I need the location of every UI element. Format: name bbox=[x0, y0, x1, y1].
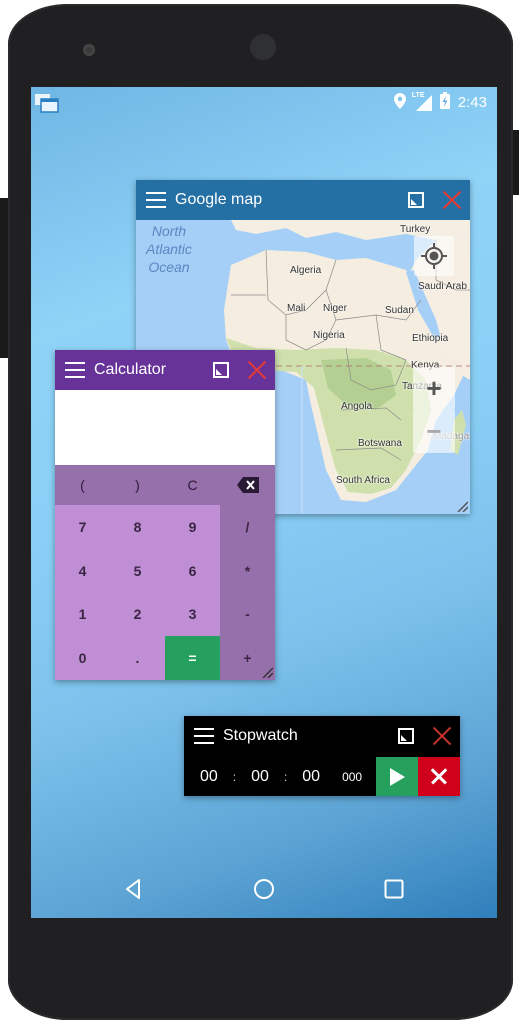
backspace-key[interactable] bbox=[220, 465, 275, 505]
separator: : bbox=[232, 769, 237, 784]
key-5[interactable]: 5 bbox=[110, 549, 165, 593]
home-icon[interactable] bbox=[251, 876, 277, 902]
navigation-bar bbox=[31, 862, 497, 918]
calculator-window-title: Calculator bbox=[94, 361, 167, 378]
front-camera bbox=[250, 34, 276, 60]
separator: : bbox=[283, 769, 288, 784]
stopwatch-titlebar[interactable]: Stopwatch bbox=[184, 716, 460, 756]
power-button bbox=[513, 130, 519, 195]
milliseconds: 000 bbox=[342, 769, 363, 784]
ocean-label-line: North bbox=[151, 223, 187, 239]
key-1[interactable]: 1 bbox=[55, 593, 110, 637]
hamburger-menu-icon[interactable] bbox=[146, 192, 166, 208]
maximize-icon[interactable] bbox=[398, 728, 414, 744]
close-paren-key[interactable]: ) bbox=[110, 465, 165, 505]
key-7[interactable]: 7 bbox=[55, 505, 110, 549]
key-9[interactable]: 9 bbox=[165, 505, 220, 549]
calculator-display bbox=[55, 390, 275, 465]
minus-icon: − bbox=[426, 416, 442, 446]
hours: 00 bbox=[200, 767, 218, 785]
map-label: Mali bbox=[287, 303, 306, 314]
key-6[interactable]: 6 bbox=[165, 549, 220, 593]
map-label: Turkey bbox=[400, 224, 431, 235]
hamburger-menu-icon[interactable] bbox=[65, 362, 85, 378]
stopwatch-readout-row: 00 : 00 : 00 000 bbox=[184, 757, 460, 796]
map-label: Ethiopia bbox=[412, 333, 449, 344]
start-button[interactable] bbox=[376, 757, 418, 796]
key-subtract[interactable]: - bbox=[220, 593, 275, 637]
calculator-top-row: ( ) C bbox=[55, 465, 275, 505]
zoom-out-button[interactable]: − bbox=[413, 410, 455, 453]
close-icon[interactable] bbox=[432, 726, 452, 746]
maximize-icon[interactable] bbox=[408, 192, 424, 208]
ocean-label-line: Ocean bbox=[148, 259, 190, 275]
key-equals[interactable]: = bbox=[165, 636, 220, 680]
calculator-window[interactable]: Calculator ( ) C 7 8 9 4 5 6 1 2 3 0 . =… bbox=[55, 350, 275, 680]
network-label: LTE bbox=[411, 91, 425, 99]
open-paren-key[interactable]: ( bbox=[55, 465, 110, 505]
resize-handle-icon[interactable] bbox=[261, 666, 273, 678]
battery-charging-icon bbox=[439, 92, 450, 113]
map-label: Nigeria bbox=[313, 330, 345, 341]
key-4[interactable]: 4 bbox=[55, 549, 110, 593]
hamburger-menu-icon[interactable] bbox=[194, 728, 214, 744]
volume-button bbox=[0, 198, 8, 358]
map-label: Algeria bbox=[290, 265, 322, 276]
key-8[interactable]: 8 bbox=[110, 505, 165, 549]
my-location-button[interactable] bbox=[414, 236, 454, 276]
key-3[interactable]: 3 bbox=[165, 593, 220, 637]
plus-icon: + bbox=[426, 373, 442, 403]
map-label: Botswana bbox=[358, 438, 402, 449]
calculator-operators: / * - + bbox=[220, 505, 275, 680]
ocean-label: North Atlantic Ocean bbox=[146, 222, 192, 276]
map-label: Sudan bbox=[385, 305, 414, 316]
status-bar: LTE 2:43 bbox=[31, 87, 497, 117]
resize-handle-icon[interactable] bbox=[456, 500, 468, 512]
recents-icon[interactable] bbox=[381, 876, 407, 902]
map-titlebar[interactable]: Google map bbox=[136, 180, 470, 220]
stopwatch-time: 00 : 00 : 00 000 bbox=[184, 768, 376, 786]
calculator-keypad: 7 8 9 4 5 6 1 2 3 0 . = bbox=[55, 505, 220, 680]
map-label: Angola bbox=[341, 401, 373, 412]
key-0[interactable]: 0 bbox=[55, 636, 110, 680]
lte-signal-icon: LTE bbox=[411, 91, 432, 111]
close-icon[interactable] bbox=[247, 360, 267, 380]
seconds: 00 bbox=[302, 767, 321, 785]
sensor-dot bbox=[83, 44, 95, 56]
map-window-title: Google map bbox=[175, 191, 263, 208]
calculator-titlebar[interactable]: Calculator bbox=[55, 350, 275, 390]
location-icon bbox=[393, 92, 406, 113]
map-label: Saudi Arab bbox=[418, 281, 467, 292]
crosshair-icon bbox=[421, 243, 447, 269]
key-divide[interactable]: / bbox=[220, 505, 275, 549]
stopwatch-window[interactable]: Stopwatch 00 : 00 : 00 000 bbox=[184, 716, 460, 796]
ocean-label-line: Atlantic bbox=[146, 241, 192, 257]
map-label: Niger bbox=[323, 303, 347, 314]
maximize-icon[interactable] bbox=[213, 362, 229, 378]
floating-windows-icon[interactable] bbox=[34, 93, 59, 113]
screen: LTE 2:43 Google map North Atlantic Ocean… bbox=[31, 87, 497, 918]
stopwatch-window-title: Stopwatch bbox=[223, 727, 298, 744]
back-icon[interactable] bbox=[121, 876, 147, 902]
clear-key[interactable]: C bbox=[165, 465, 220, 505]
key-decimal[interactable]: . bbox=[110, 636, 165, 680]
key-multiply[interactable]: * bbox=[220, 549, 275, 593]
minutes: 00 bbox=[251, 767, 269, 785]
reset-button[interactable] bbox=[418, 757, 460, 796]
map-label: South Africa bbox=[336, 475, 390, 486]
close-icon[interactable] bbox=[442, 190, 462, 210]
backspace-icon bbox=[236, 477, 259, 493]
key-2[interactable]: 2 bbox=[110, 593, 165, 637]
zoom-in-button[interactable]: + bbox=[413, 367, 455, 410]
clock: 2:43 bbox=[457, 94, 487, 111]
play-icon bbox=[390, 767, 405, 786]
